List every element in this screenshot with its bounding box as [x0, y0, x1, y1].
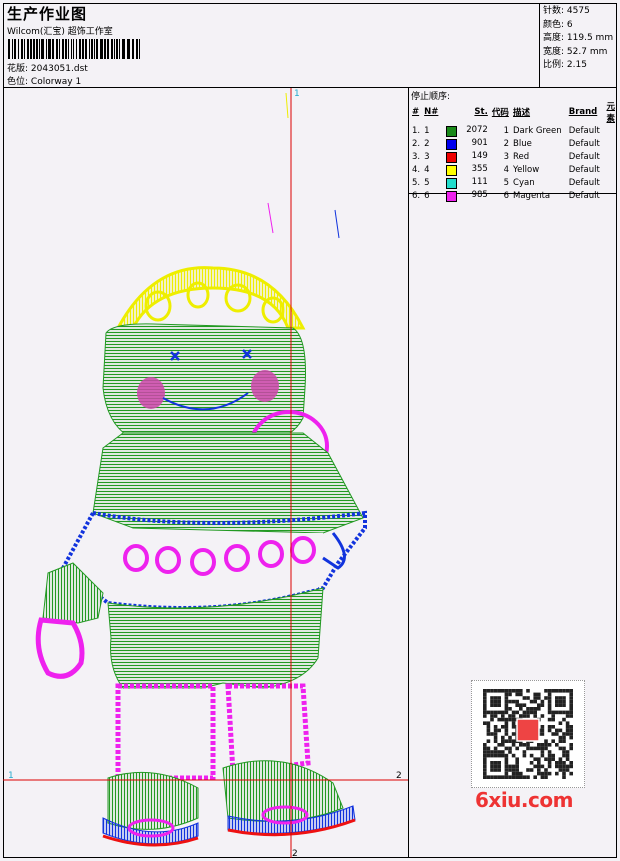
row-st: 901: [444, 137, 490, 150]
color-swatch: [445, 164, 457, 176]
design-label: 花版:: [7, 64, 29, 74]
qr-code: [471, 680, 585, 788]
marker-left: 1: [8, 771, 14, 781]
embroidery-preview: 1 2 1 2: [3, 88, 408, 858]
row-brand: Default: [568, 190, 600, 201]
row-desc: Dark Green: [513, 125, 562, 136]
row-desc: Blue: [513, 138, 532, 149]
row-desc: Cyan: [513, 177, 535, 188]
side-panel: 停止顺序: # N# St. 代码 描述 Brand 元素 1. 1 2072 1 Da…: [409, 88, 617, 858]
row-n: 5: [424, 177, 430, 188]
row-n: 2: [424, 138, 430, 149]
color-swatch: [445, 138, 457, 150]
hat-shape: [115, 266, 306, 330]
color-table-row: 6. 6 985 6 Magenta Default: [410, 189, 617, 202]
color-table-row: 2. 2 901 2 Blue Default: [410, 137, 617, 150]
design-file: 2043051.dst: [30, 64, 88, 74]
watermark-logo: 6xiu.com: [475, 788, 573, 812]
header: 生产作业图 Wilcom(汇宝) 超饰工作室 花版: 2043051.dst 色…: [3, 3, 617, 88]
jump-stitch: [267, 202, 274, 234]
col-element: 元素: [606, 102, 615, 124]
col-brand: Brand: [568, 107, 598, 117]
colorway-info: 色位: Colorway 1: [7, 74, 81, 87]
stat-scale: 比例: 2.15: [543, 60, 587, 70]
row-code: 5: [503, 177, 510, 188]
marker-top: 1: [294, 89, 300, 99]
row-code: 3: [503, 151, 510, 162]
row-brand: Default: [568, 138, 600, 149]
row-element: [604, 176, 617, 189]
left-arm-shape: [35, 562, 104, 679]
boots-shape: [102, 760, 356, 847]
color-swatch: [445, 125, 457, 137]
row-index: 3.: [412, 151, 421, 162]
row-code: 2: [503, 138, 510, 149]
stop-sequence-panel: 停止顺序: # N# St. 代码 描述 Brand 元素 1. 1 2072 1 Da…: [409, 88, 617, 202]
row-brand: Default: [568, 151, 600, 162]
row-desc: Red: [513, 151, 530, 162]
row-index: 4.: [412, 164, 421, 175]
col-n: N#: [424, 107, 439, 117]
row-code: 1: [503, 125, 510, 136]
colorway-value: Colorway 1: [30, 77, 82, 87]
col-st: St.: [474, 107, 488, 117]
stat-height: 高度: 119.5 mm: [543, 33, 614, 43]
color-table: # N# St. 代码 描述 Brand 元素 1. 1 2072 1 Dark Gre…: [410, 100, 617, 202]
color-table-row: 3. 3 149 3 Red Default: [410, 150, 617, 163]
row-n: 4: [424, 164, 430, 175]
row-code: 6: [503, 190, 510, 201]
colorway-label: 色位:: [7, 77, 29, 87]
row-st: 355: [444, 163, 490, 176]
page-title: 生产作业图: [7, 5, 88, 23]
row-brand: Default: [568, 177, 600, 188]
col-index: #: [412, 107, 420, 117]
col-desc: 描述: [513, 108, 531, 118]
row-st: 149: [444, 150, 490, 163]
row-element: [604, 163, 617, 176]
marker-bottom: 2: [292, 849, 298, 858]
design-info: 花版: 2043051.dst: [7, 61, 88, 74]
row-code: 4: [503, 164, 510, 175]
color-table-header: # N# St. 代码 描述 Brand 元素: [410, 100, 617, 124]
row-n: 1: [424, 125, 430, 136]
row-element: [604, 137, 617, 150]
row-desc: Yellow: [513, 164, 540, 175]
stats-panel: 针数: 4575 颜色: 6 高度: 119.5 mm 宽度: 52.7 mm …: [539, 3, 617, 88]
row-index: 5.: [412, 177, 421, 188]
row-n: 6: [424, 190, 430, 201]
marker-right: 2: [396, 771, 402, 781]
stat-stitches: 针数: 4575: [543, 6, 590, 16]
row-brand: Default: [568, 164, 600, 175]
row-n: 3: [424, 151, 430, 162]
row-desc: Magenta: [513, 190, 551, 201]
color-swatch: [445, 177, 457, 189]
stat-width: 宽度: 52.7 mm: [543, 46, 608, 57]
jump-stitch: [334, 209, 340, 239]
body-shape: [60, 432, 367, 610]
col-code: 代码: [491, 108, 509, 118]
row-element: [604, 189, 617, 202]
color-table-row: 1. 1 2072 1 Dark Green Default: [410, 124, 617, 137]
barcode: [8, 39, 140, 59]
row-st: 111: [444, 176, 490, 189]
color-swatch: [445, 151, 457, 163]
row-st: 2072: [444, 124, 490, 137]
jump-stitch: [285, 92, 289, 119]
design-canvas: 1 2 1 2: [3, 88, 409, 858]
row-element: [604, 124, 617, 137]
color-table-row: 5. 5 111 5 Cyan Default: [410, 176, 617, 189]
color-table-row: 4. 4 355 4 Yellow Default: [410, 163, 617, 176]
stat-colors: 颜色: 6: [543, 19, 573, 30]
color-swatch: [445, 190, 457, 202]
row-index: 6.: [412, 190, 421, 201]
row-st: 985: [444, 189, 490, 202]
row-brand: Default: [568, 125, 600, 136]
row-element: [604, 150, 617, 163]
row-index: 1.: [412, 125, 421, 136]
row-index: 2.: [412, 138, 421, 149]
company-name: Wilcom(汇宝) 超饰工作室: [7, 27, 113, 37]
